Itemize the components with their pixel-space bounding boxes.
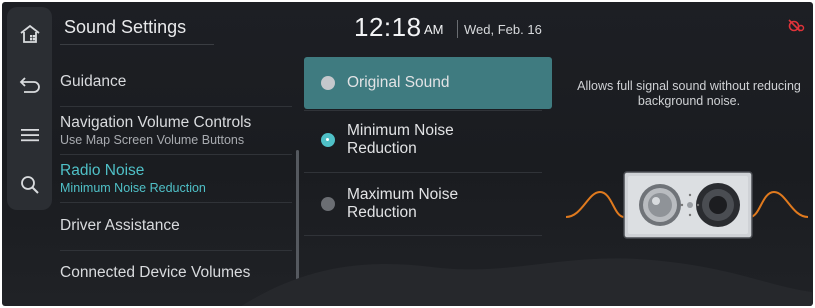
option-original-sound[interactable]: Original Sound (304, 57, 552, 109)
home-button[interactable] (7, 15, 52, 53)
option-divider (304, 110, 542, 111)
clock-ampm: AM (424, 22, 444, 37)
side-rail (7, 7, 52, 210)
option-label: Original Sound (347, 74, 450, 91)
option-maximum-noise-reduction[interactable]: Maximum Noise Reduction (304, 184, 552, 224)
menu-item-sublabel: Minimum Noise Reduction (60, 181, 206, 195)
radio-button (321, 197, 335, 211)
option-description: Allows full signal sound without reducin… (577, 79, 801, 108)
menu-divider (60, 154, 292, 155)
clock-time: 12:18 (354, 12, 422, 42)
menu-divider (60, 106, 292, 107)
menu-button[interactable] (7, 116, 52, 154)
menu-icon (20, 127, 40, 143)
back-icon (19, 75, 41, 93)
sound-settings-screen: Sound Settings 12:18 AM Wed, Feb. 16 Gui… (2, 2, 813, 306)
option-label: Maximum Noise Reduction (347, 186, 459, 221)
menu-divider (60, 202, 292, 203)
menu-item-navigation-volume[interactable]: Navigation Volume Controls Use Map Scree… (60, 114, 290, 147)
header-separator (457, 20, 458, 38)
menu-item-guidance[interactable]: Guidance (60, 73, 290, 91)
radio-button (321, 76, 335, 90)
home-icon (19, 24, 41, 44)
menu-item-label: Radio Noise (60, 162, 145, 179)
page-title: Sound Settings (64, 17, 187, 37)
clock-date: Wed, Feb. 16 (464, 22, 542, 37)
menu-item-label: Navigation Volume Controls (60, 114, 252, 131)
title-divider (60, 44, 214, 45)
sound-preview-illustration (565, 171, 809, 239)
menu-item-sublabel: Use Map Screen Volume Buttons (60, 133, 245, 147)
menu-item-label: Guidance (60, 73, 127, 90)
connection-off-icon (788, 19, 806, 38)
option-minimum-noise-reduction[interactable]: Minimum Noise Reduction (304, 120, 552, 160)
option-label: Minimum Noise Reduction (347, 122, 454, 157)
radio-button-checked (321, 133, 335, 147)
option-divider (304, 172, 542, 173)
menu-item-radio-noise[interactable]: Radio Noise Minimum Noise Reduction (60, 162, 290, 195)
search-icon (20, 175, 40, 195)
search-button[interactable] (7, 166, 52, 204)
back-button[interactable] (7, 65, 52, 103)
